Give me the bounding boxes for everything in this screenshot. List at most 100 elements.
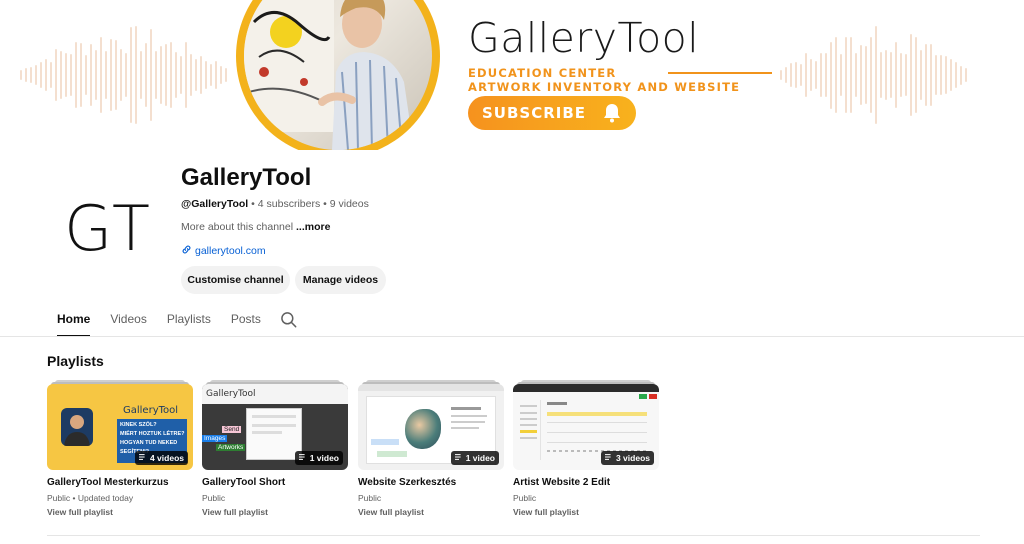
tab-posts[interactable]: Posts [221, 304, 271, 337]
waveform-bar [895, 41, 897, 109]
waveform-bar [225, 68, 227, 82]
waveform-bar [885, 50, 887, 100]
waveform-bar [85, 55, 87, 95]
waveform-bar [915, 37, 917, 113]
search-icon[interactable] [279, 304, 299, 335]
playlist-icon [298, 453, 307, 463]
channel-website-link[interactable]: gallerytool.com [181, 244, 266, 258]
playlist-thumbnail[interactable]: GalleryTool KINEK SZÓL? MIÉRT HOZTUK LÉT… [47, 384, 193, 470]
banner-subscribe-label: SUBSCRIBE [482, 104, 587, 122]
waveform-bar [70, 53, 72, 97]
view-full-playlist-link[interactable]: View full playlist [513, 507, 579, 517]
tab-playlists[interactable]: Playlists [157, 304, 221, 337]
channel-avatar[interactable]: GT [48, 168, 168, 288]
waveform-bar [215, 61, 217, 89]
waveform-bar [825, 53, 827, 97]
waveform-bar [910, 34, 912, 116]
customise-channel-button[interactable]: Customise channel [181, 266, 290, 294]
waveform-bar [800, 63, 802, 87]
waveform-bar [835, 37, 837, 113]
waveform-bar [120, 49, 122, 101]
meta-separator: • [251, 198, 255, 210]
waveform-bar [180, 55, 182, 95]
waveform-bar [25, 67, 27, 83]
manage-videos-button[interactable]: Manage videos [295, 266, 386, 294]
playlist-thumbnail[interactable]: GalleryTool Send Images Artworks 1 video [202, 384, 348, 470]
tab-videos[interactable]: Videos [100, 304, 156, 337]
tab-home[interactable]: Home [47, 304, 100, 337]
thumb-sidebar [517, 400, 541, 460]
waveform-decoration-right [780, 15, 967, 135]
thumb-text-line: MIÉRT HOZTUK LÉTRE? [120, 431, 185, 437]
thumb-tag: Artworks [216, 444, 246, 451]
thumb-text-line: KINEK SZÓL? [120, 422, 157, 428]
waveform-bar [165, 43, 167, 107]
waveform-bar [220, 66, 222, 84]
thumb-artwork [405, 409, 441, 449]
waveform-bar [80, 42, 82, 108]
video-count-badge: 3 videos [600, 451, 654, 465]
painter-illustration [244, 0, 414, 150]
waveform-bar [850, 36, 852, 114]
playlist-meta: Public [513, 493, 537, 503]
playlist-title[interactable]: Website Szerkesztés [358, 477, 456, 488]
banner-divider-line [668, 72, 772, 74]
waveform-bar [140, 51, 142, 99]
playlist-meta: Public • Updated today [47, 493, 134, 503]
about-text: More about this channel [181, 221, 294, 233]
waveform-bar [210, 64, 212, 86]
waveform-bar [780, 70, 782, 80]
waveform-bar [935, 54, 937, 96]
waveform-bar [75, 41, 77, 109]
tabs-divider [0, 336, 1024, 337]
waveform-bar [150, 29, 152, 121]
waveform-bar [855, 53, 857, 97]
waveform-bar [865, 45, 867, 105]
banner-subtitle-line2: ARTWORK INVENTORY AND WEBSITE [468, 80, 741, 94]
banner-subtitle-line1: EDUCATION CENTER [468, 66, 617, 80]
website-link-text: gallerytool.com [195, 245, 266, 257]
badge-count: 1 video [309, 453, 339, 463]
channel-tabs: Home Videos Playlists Posts [47, 304, 299, 337]
channel-meta: @GalleryTool • 4 subscribers • 9 videos [181, 198, 369, 210]
view-full-playlist-link[interactable]: View full playlist [47, 507, 113, 517]
channel-about-link[interactable]: More about this channel ...more [181, 221, 330, 233]
view-full-playlist-link[interactable]: View full playlist [202, 507, 268, 517]
waveform-bar [160, 45, 162, 105]
waveform-bar [90, 43, 92, 107]
playlist-thumbnail[interactable]: 1 video [358, 384, 504, 470]
waveform-bar [820, 52, 822, 98]
waveform-bar [200, 56, 202, 94]
thumb-dialog [246, 408, 302, 460]
playlist-meta: Public [358, 493, 382, 503]
playlist-title[interactable]: GalleryTool Mesterkurzus [47, 477, 169, 488]
waveform-bar [130, 26, 132, 124]
view-full-playlist-link[interactable]: View full playlist [358, 507, 424, 517]
banner-photo [236, 0, 440, 150]
playlist-thumbnail[interactable]: 3 videos [513, 384, 659, 470]
waveform-bar [790, 63, 792, 87]
playlist-icon [454, 453, 463, 463]
waveform-decoration-left [20, 15, 227, 135]
playlist-title[interactable]: GalleryTool Short [202, 477, 285, 488]
video-count-badge: 4 videos [134, 451, 188, 465]
waveform-bar [815, 60, 817, 90]
playlist-icon [138, 453, 147, 463]
waveform-bar [45, 58, 47, 92]
presenter-photo [61, 408, 93, 446]
waveform-bar [170, 42, 172, 108]
waveform-bar [845, 37, 847, 113]
channel-avatar-text: GT [64, 191, 152, 265]
waveform-bar [50, 62, 52, 88]
waveform-bar [960, 65, 962, 85]
thumb-text-line: HOGYAN TUD NEKED [120, 440, 178, 446]
playlist-title[interactable]: Artist Website 2 Edit [513, 477, 610, 488]
channel-handle: @GalleryTool [181, 198, 249, 210]
waveform-bar [810, 58, 812, 92]
waveform-bar [805, 53, 807, 97]
waveform-bar [860, 45, 862, 105]
more-link[interactable]: ...more [296, 221, 330, 233]
waveform-bar [65, 52, 67, 98]
thumb-tag: Images [202, 435, 228, 442]
waveform-bar [155, 50, 157, 100]
